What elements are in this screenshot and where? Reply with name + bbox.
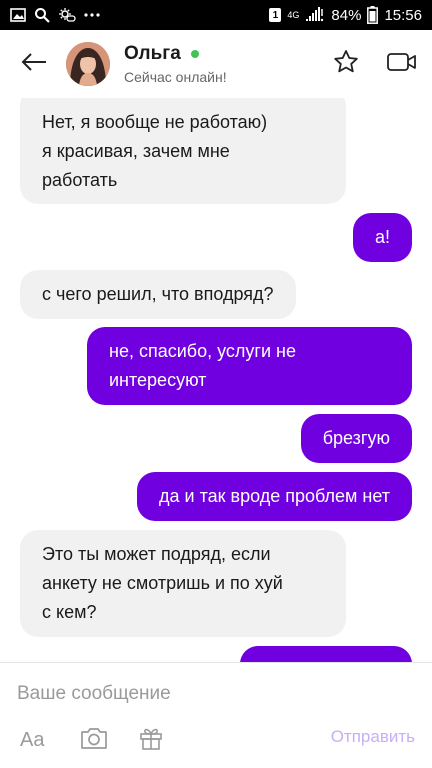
message-text: брезгую xyxy=(322,428,390,448)
battery-icon xyxy=(367,6,379,24)
search-icon xyxy=(34,7,50,23)
star-icon xyxy=(333,49,359,80)
gift-button[interactable] xyxy=(136,725,166,755)
online-indicator xyxy=(190,50,199,58)
message-bubble-outgoing[interactable]: не, спасибо, услуги не интересуют xyxy=(87,327,412,405)
camera-button[interactable] xyxy=(78,725,110,755)
message-input[interactable] xyxy=(17,683,397,705)
message-text: да и так вроде проблем нет xyxy=(159,486,390,506)
message-text: а! xyxy=(374,227,390,247)
avatar[interactable] xyxy=(66,42,110,86)
back-arrow-icon xyxy=(21,52,47,77)
more-dots-icon xyxy=(84,12,100,18)
message-text: Нет, я вообще не работаю) я красивая, за… xyxy=(42,112,268,190)
contact-name[interactable]: Ольга xyxy=(124,43,181,65)
weather-icon xyxy=(58,7,76,23)
battery-level: 84% xyxy=(331,6,362,24)
text-format-button[interactable]: Aa xyxy=(20,725,44,755)
gallery-icon xyxy=(10,8,26,22)
network-type: 4G xyxy=(287,9,300,20)
message-bubble-outgoing[interactable]: а! xyxy=(352,213,412,262)
favorite-button[interactable] xyxy=(330,48,362,80)
chat-header: Ольга Сейчас онлайн! xyxy=(0,30,432,98)
message-bubble-outgoing[interactable] xyxy=(240,646,412,662)
camera-icon xyxy=(79,726,109,755)
status-bar: 1 4G 84% 15:56 xyxy=(0,0,432,30)
message-list[interactable]: Нет, я вообще не работаю) я красивая, за… xyxy=(0,98,432,662)
message-composer: Aa Отправить xyxy=(0,662,432,768)
sim-badge: 1 xyxy=(269,8,282,22)
signal-icon xyxy=(305,7,325,23)
message-bubble-incoming[interactable]: Это ты может подряд, если анкету не смот… xyxy=(20,530,346,637)
contact-status: Сейчас онлайн! xyxy=(124,69,227,85)
message-bubble-outgoing[interactable]: да и так вроде проблем нет xyxy=(137,472,412,521)
message-text: не, спасибо, услуги не интересуют xyxy=(109,341,296,390)
message-text: с чего решил, что вподряд? xyxy=(42,284,274,304)
video-call-icon xyxy=(387,51,417,78)
message-text: Это ты может подряд, если анкету не смот… xyxy=(42,544,283,622)
clock: 15:56 xyxy=(384,6,422,24)
message-bubble-incoming[interactable]: с чего решил, что вподряд? xyxy=(20,270,296,319)
video-call-button[interactable] xyxy=(386,48,418,80)
font-tool-label: Aa xyxy=(20,728,45,751)
message-bubble-incoming[interactable]: Нет, я вообще не работаю) я красивая, за… xyxy=(20,98,346,204)
send-button[interactable]: Отправить xyxy=(331,727,415,747)
back-button[interactable] xyxy=(14,44,54,84)
message-bubble-outgoing[interactable]: брезгую xyxy=(300,414,412,463)
gift-icon xyxy=(138,725,164,756)
